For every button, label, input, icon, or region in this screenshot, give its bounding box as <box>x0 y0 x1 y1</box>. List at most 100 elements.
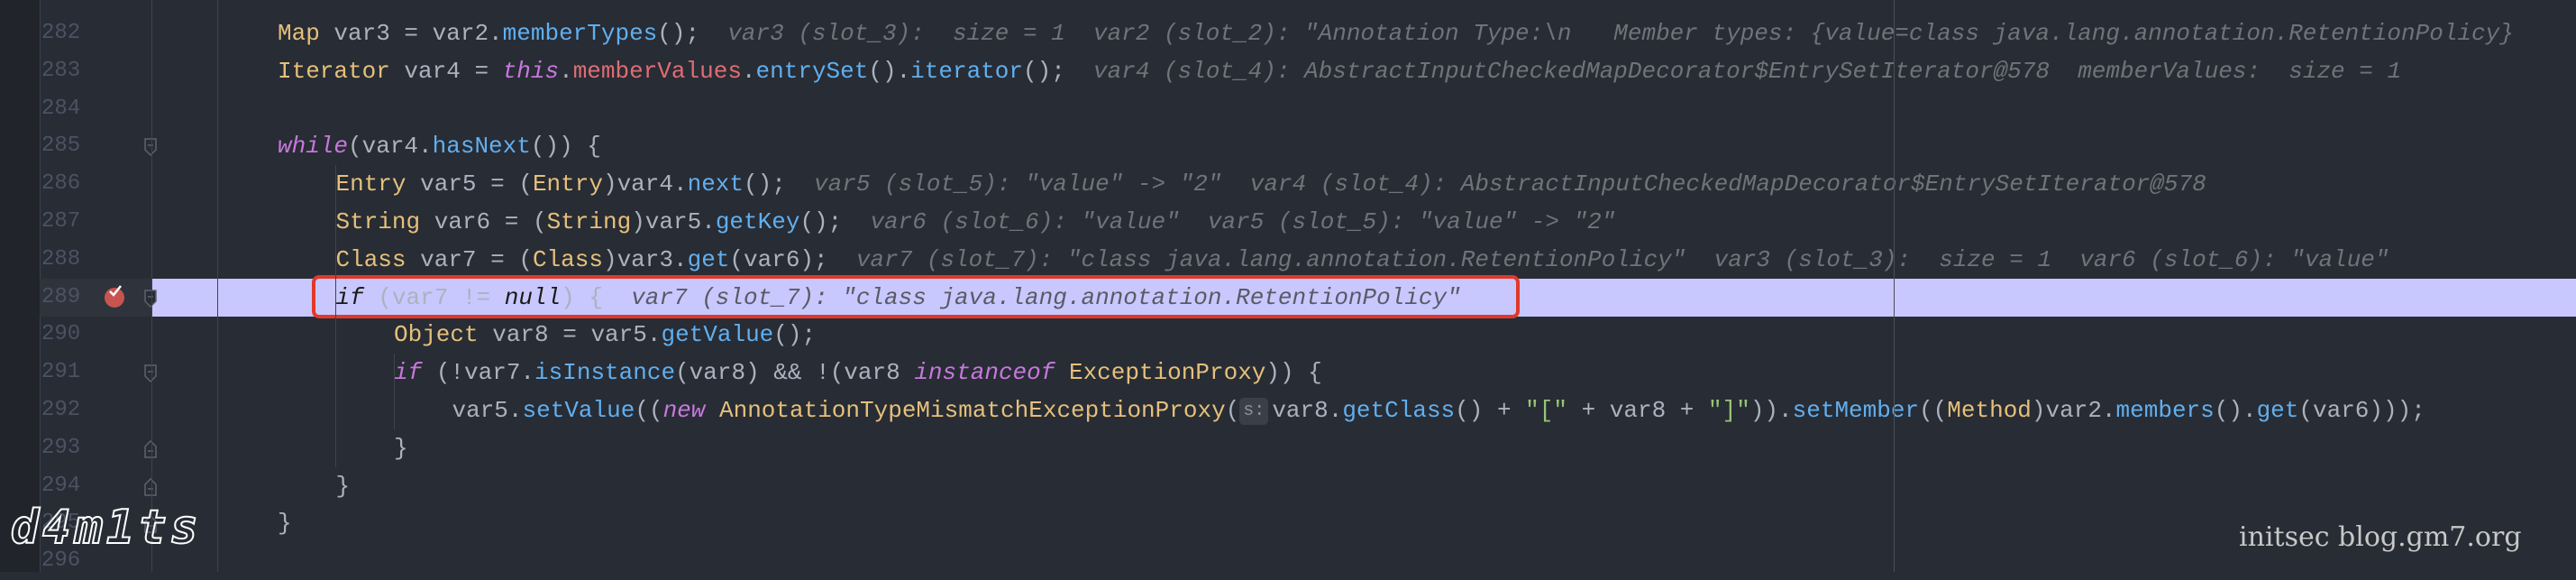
code-token: memberValues <box>572 57 742 85</box>
code-line[interactable]: 286 Entry var5 = (Entry)var4.next(); var5… <box>0 165 2576 203</box>
code-line[interactable]: 293} <box>0 429 2576 467</box>
code-line[interactable]: 294} <box>0 467 2576 505</box>
line-number[interactable]: 293 <box>41 429 87 467</box>
code-token: "]" <box>1708 397 1750 424</box>
code-token: get <box>2256 397 2299 424</box>
line-number[interactable]: 292 <box>41 391 87 429</box>
code-token: Map <box>278 20 320 47</box>
code-token: (var4. <box>348 133 433 161</box>
code-token: )var2. <box>2031 397 2116 424</box>
code-line[interactable]: 283 Iterator var4 = this.memberValues.ent… <box>0 52 2576 90</box>
code-token: } <box>335 472 351 500</box>
code-token: } <box>278 510 292 538</box>
line-number[interactable]: 287 <box>41 203 87 241</box>
code-text[interactable]: var5.setValue((new AnnotationTypeMismatc… <box>452 391 2425 429</box>
code-line[interactable]: 281 <box>0 0 2576 14</box>
code-text[interactable]: } <box>278 504 292 542</box>
code-token: setMember <box>1792 397 1920 424</box>
code-line[interactable]: 292 var5.setValue((new AnnotationTypeMism… <box>0 391 2576 429</box>
code-line[interactable]: 285 while(var4.hasNext()) { <box>0 127 2576 165</box>
fold-collapse-icon[interactable] <box>144 289 157 308</box>
line-number[interactable]: 285 <box>41 127 87 165</box>
code-token: setValue <box>522 397 635 424</box>
code-token: if <box>394 359 423 387</box>
code-token: Entry <box>532 170 603 198</box>
debug-inline-value[interactable]: var5 (slot_5): "value" -> "2" var4 (slot… <box>786 170 2206 198</box>
code-line[interactable]: 295} <box>0 504 2576 542</box>
fold-collapse-icon[interactable] <box>144 138 157 157</box>
line-number[interactable]: 283 <box>41 52 87 90</box>
line-number[interactable]: 286 <box>41 165 87 203</box>
line-number[interactable]: 284 <box>41 90 87 128</box>
code-token: var5 = ( <box>406 170 533 198</box>
line-number[interactable]: 289 <box>41 279 87 317</box>
code-line[interactable]: 296 <box>0 542 2576 580</box>
code-text[interactable]: } <box>336 467 351 505</box>
code-token: getClass <box>1342 397 1456 424</box>
watermark-text: initsec blog.gm7.org <box>2239 521 2522 553</box>
fold-end-icon[interactable] <box>144 439 157 458</box>
code-token: )). <box>1749 397 1793 424</box>
code-token: (); <box>744 170 786 198</box>
line-number[interactable]: 294 <box>41 467 87 505</box>
code-token: + var8 + <box>1567 397 1709 424</box>
code-token: members <box>2115 397 2215 424</box>
code-token: new <box>662 397 706 424</box>
code-token: Class <box>532 245 603 273</box>
code-token: get <box>687 245 730 273</box>
code-token: getValue <box>661 321 774 349</box>
code-token: )) { <box>1265 359 1322 387</box>
line-number[interactable]: 291 <box>41 354 87 391</box>
debug-inline-value[interactable]: var3 (slot_3): size = 1 var2 (slot_2): "… <box>699 20 2514 47</box>
code-token: isInstance <box>534 359 676 387</box>
code-token: entrySet <box>755 57 869 85</box>
code-token: var6 = ( <box>420 208 547 235</box>
line-number[interactable]: 290 <box>41 316 87 354</box>
code-token: (( <box>635 397 663 424</box>
code-token: (). <box>2214 397 2257 424</box>
code-token: memberTypes <box>502 20 658 47</box>
fold-collapse-icon[interactable] <box>144 364 157 383</box>
line-number[interactable]: 282 <box>41 14 87 52</box>
code-token: () + <box>1455 397 1526 424</box>
code-token: var8. <box>1272 397 1343 424</box>
debug-inline-value[interactable]: var4 (slot_4): AbstractInputCheckedMapDe… <box>1065 58 2401 85</box>
code-token: )var4. <box>602 170 688 198</box>
code-line[interactable]: 288 Class var7 = (Class)var3.get(var6); v… <box>0 241 2576 279</box>
fold-end-icon[interactable] <box>144 477 157 496</box>
code-token: (var8) && !(var8 <box>675 359 915 387</box>
code-token: (); <box>1023 57 1065 85</box>
code-token: } <box>394 434 408 462</box>
line-number[interactable]: 281 <box>41 0 87 14</box>
code-token: String <box>335 208 421 235</box>
code-text[interactable]: Map var3 = var2.memberTypes(); var3 (slo… <box>278 14 2514 52</box>
code-token: next <box>687 170 744 198</box>
code-text[interactable]: if (!var7.isInstance(var8) && !(var8 ins… <box>394 354 1322 391</box>
code-text[interactable]: String var6 = (String)var5.getKey(); var… <box>336 203 1616 241</box>
debug-inline-value[interactable]: var6 (slot_6): "value" var5 (slot_5): "v… <box>842 208 1615 235</box>
code-token: Class <box>335 245 406 273</box>
code-token: var7 = ( <box>406 245 533 273</box>
code-token: Object <box>394 321 479 349</box>
code-line[interactable]: 287 String var6 = (String)var5.getKey(); … <box>0 203 2576 241</box>
code-line[interactable]: 282 Map var3 = var2.memberTypes(); var3 (… <box>0 14 2576 52</box>
code-text[interactable]: while(var4.hasNext()) { <box>278 127 601 165</box>
code-line[interactable]: 284 <box>0 90 2576 128</box>
code-text[interactable]: Entry var5 = (Entry)var4.next(); var5 (s… <box>336 165 2206 203</box>
code-text[interactable]: Object var8 = var5.getValue(); <box>394 316 816 354</box>
code-token: Entry <box>335 170 406 198</box>
annotation-highlight-box <box>312 275 1520 318</box>
code-token: instanceof <box>914 359 1055 387</box>
code-line[interactable]: 290 Object var8 = var5.getValue(); <box>0 316 2576 354</box>
code-text[interactable]: } <box>394 429 408 467</box>
code-text[interactable]: Class var7 = (Class)var3.get(var6); var7… <box>336 241 2389 279</box>
code-token: hasNext <box>432 133 531 161</box>
code-line[interactable]: 291 if (!var7.isInstance(var8) && !(var8 … <box>0 354 2576 391</box>
code-token: (); <box>657 20 700 47</box>
parameter-hint: s: <box>1239 398 1269 425</box>
breakpoint-check-icon[interactable] <box>105 284 124 308</box>
debug-inline-value[interactable]: var7 (slot_7): "class java.lang.annotati… <box>828 246 2389 273</box>
line-number[interactable]: 288 <box>41 241 87 279</box>
code-text[interactable]: Iterator var4 = this.memberValues.entryS… <box>278 52 2401 90</box>
